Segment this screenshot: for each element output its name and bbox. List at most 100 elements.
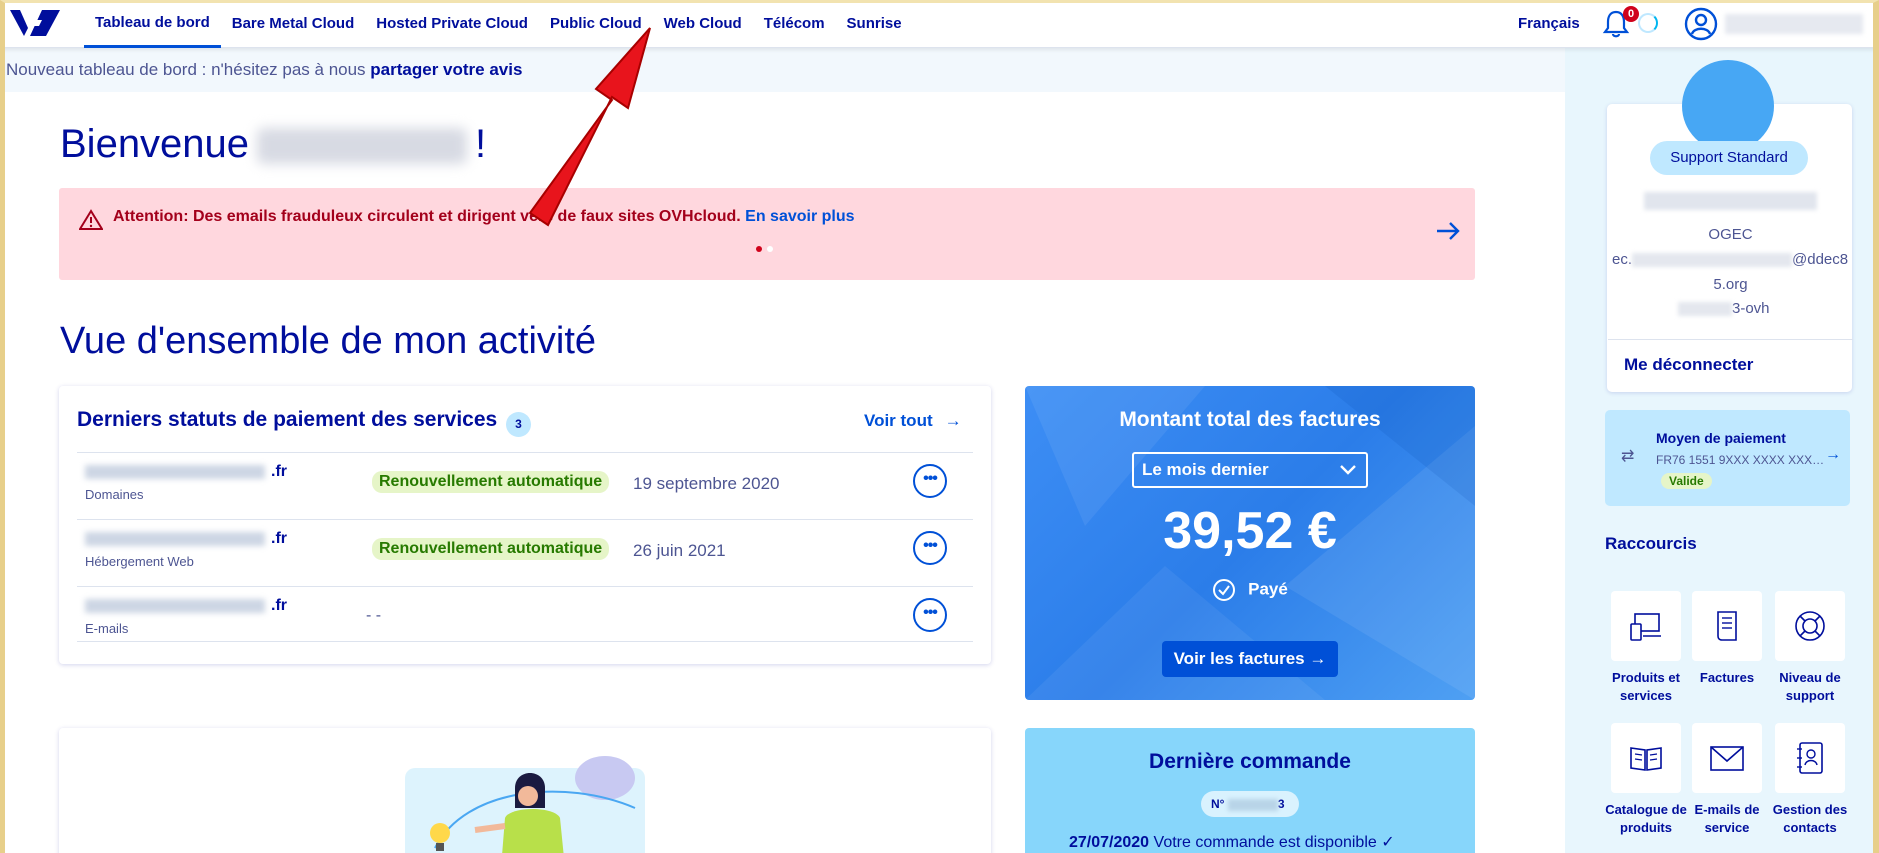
shortcut-label: Gestion des contacts: [1772, 802, 1848, 835]
payment-count-badge: 3: [506, 412, 531, 437]
shortcut-label: Catalogue de produits: [1605, 802, 1687, 835]
envelope-icon: [1710, 746, 1744, 771]
welcome-heading: Bienvenue!: [60, 122, 486, 167]
illustration-card: [59, 728, 991, 853]
service-tld: .fr: [271, 530, 287, 547]
alert-learn-more-link[interactable]: En savoir plus: [745, 208, 854, 225]
arrow-right-icon: →: [1825, 446, 1841, 463]
table-row: .fr E-mails - - •••: [77, 586, 973, 642]
service-type: Hébergement Web: [85, 554, 194, 569]
service-tld: .fr: [271, 597, 287, 614]
user-firstname-redacted: [257, 128, 468, 165]
order-number-prefix: N°: [1211, 797, 1225, 811]
nav-hosted-private-cloud[interactable]: Hosted Private Cloud: [365, 0, 539, 48]
more-actions-button[interactable]: •••: [913, 531, 947, 565]
profile-email: ec. @ddec8: [1612, 251, 1848, 268]
order-date: 27/07/2020: [1069, 834, 1150, 851]
email-prefix: ec.: [1612, 251, 1633, 268]
status-badge: Renouvellement automatique: [372, 471, 610, 493]
nav-telecom[interactable]: Télécom: [753, 0, 836, 48]
account-name-redacted: [1644, 192, 1817, 210]
email-suffix: @ddec8: [1792, 251, 1849, 268]
shortcuts-title: Raccourcis: [1605, 534, 1697, 553]
shortcut-catalog[interactable]: Catalogue de produits: [1604, 723, 1688, 837]
shortcut-products-services[interactable]: Produits et services: [1604, 591, 1688, 705]
person-with-lightbulb-illustration: [405, 756, 645, 853]
logout-link[interactable]: Me déconnecter: [1624, 355, 1753, 375]
check-icon: ✓: [1381, 834, 1395, 851]
arrow-right-icon: →: [944, 411, 962, 430]
support-level-badge: Support Standard: [1650, 141, 1808, 175]
payment-status-title: Derniers statuts de paiement des service…: [77, 408, 498, 431]
language-selector[interactable]: Français: [1518, 0, 1580, 48]
order-status-text: Votre commande est disponible: [1153, 834, 1377, 851]
profile-email-end: 5.org: [1713, 276, 1748, 293]
contacts-icon: [1797, 742, 1823, 774]
alert-message: Attention: Des emails frauduleux circule…: [113, 208, 855, 226]
renewal-date: 26 juin 2021: [633, 541, 726, 560]
shortcut-contacts[interactable]: Gestion des contacts: [1768, 723, 1852, 837]
email-redacted: [1632, 253, 1793, 268]
service-type: Domaines: [85, 487, 144, 502]
main-nav: Tableau de bord Bare Metal Cloud Hosted …: [84, 0, 913, 48]
shortcut-label: Produits et services: [1612, 670, 1680, 703]
view-bills-label: Voir les factures: [1173, 649, 1305, 668]
check-circle-icon: [1213, 579, 1236, 601]
service-name-redacted: [85, 532, 265, 546]
top-navbar: Tableau de bord Bare Metal Cloud Hosted …: [0, 0, 1879, 48]
devices-icon: [1630, 613, 1661, 641]
chevron-down-icon: [1340, 465, 1356, 475]
nav-web-cloud[interactable]: Web Cloud: [653, 0, 753, 48]
feedback-banner: Nouveau tableau de bord : n'hésitez pas …: [0, 48, 1565, 92]
shortcut-invoices[interactable]: Factures: [1685, 591, 1769, 687]
period-select[interactable]: Le mois dernier: [1132, 452, 1368, 488]
shortcut-tile: [1775, 723, 1845, 793]
fraud-alert-banner: Attention: Des emails frauduleux circule…: [59, 188, 1475, 280]
invoice-icon: [1717, 611, 1737, 641]
service-type: E-mails: [85, 621, 129, 636]
payment-method-iban: FR76 1551 9XXX XXXX XXX…: [1656, 453, 1825, 467]
service-name-redacted: [85, 599, 265, 613]
shortcut-tile: [1692, 723, 1762, 793]
main-content: Bienvenue! Attention: Des emails fraudul…: [0, 92, 1565, 853]
payment-method-title: Moyen de paiement: [1656, 430, 1786, 446]
loading-spinner-icon: [1638, 13, 1658, 33]
nav-tableau-de-bord[interactable]: Tableau de bord: [84, 0, 221, 48]
period-select-value: Le mois dernier: [1142, 460, 1269, 479]
book-icon: [1630, 747, 1662, 771]
order-status-line: 27/07/2020 Votre commande est disponible…: [1069, 832, 1395, 852]
see-all-link[interactable]: Voir tout →: [864, 411, 962, 431]
more-actions-button[interactable]: •••: [913, 464, 947, 498]
profile-organisation: OGEC: [1708, 226, 1753, 243]
nav-public-cloud[interactable]: Public Cloud: [539, 0, 653, 48]
nav-bare-metal-cloud[interactable]: Bare Metal Cloud: [221, 0, 366, 48]
warning-icon: [79, 209, 103, 230]
shortcut-support-level[interactable]: Niveau de support: [1768, 591, 1852, 705]
nav-sunrise[interactable]: Sunrise: [836, 0, 913, 48]
more-actions-button[interactable]: •••: [913, 598, 947, 632]
status-badge: Renouvellement automatique: [372, 538, 610, 560]
shortcut-label: Niveau de support: [1779, 670, 1841, 703]
total-bills-card: Montant total des factures Le mois derni…: [1025, 386, 1475, 700]
shortcut-service-emails[interactable]: E-mails de service: [1685, 723, 1769, 837]
last-order-card: Dernière commande N° 3 27/07/2020 Votre …: [1025, 728, 1475, 853]
user-account-icon[interactable]: [1684, 7, 1718, 41]
alert-text: Attention: Des emails frauduleux circule…: [113, 208, 741, 225]
arrow-right-icon[interactable]: [1435, 220, 1461, 242]
view-bills-button[interactable]: Voir les factures →: [1162, 641, 1338, 677]
payment-method-card[interactable]: ⇄ Moyen de paiement FR76 1551 9XXX XXXX …: [1605, 410, 1850, 506]
lifebuoy-icon: [1795, 611, 1825, 641]
feedback-link[interactable]: partager votre avis: [370, 60, 522, 79]
swap-arrows-icon: ⇄: [1621, 448, 1635, 465]
nic-redacted: [1678, 302, 1732, 317]
user-name-redacted[interactable]: [1725, 14, 1863, 34]
ovhcloud-logo[interactable]: [8, 6, 62, 40]
shortcut-tile: [1611, 591, 1681, 661]
payment-status-card: Derniers statuts de paiement des service…: [59, 386, 991, 664]
carousel-dot-active[interactable]: [756, 246, 762, 252]
renewal-date: 19 septembre 2020: [633, 474, 780, 493]
profile-nic: 3-ovh: [1678, 300, 1770, 317]
feedback-text: Nouveau tableau de bord : n'hésitez pas …: [6, 60, 371, 79]
order-number-suffix: 3: [1277, 797, 1285, 811]
carousel-dot[interactable]: [767, 246, 773, 252]
